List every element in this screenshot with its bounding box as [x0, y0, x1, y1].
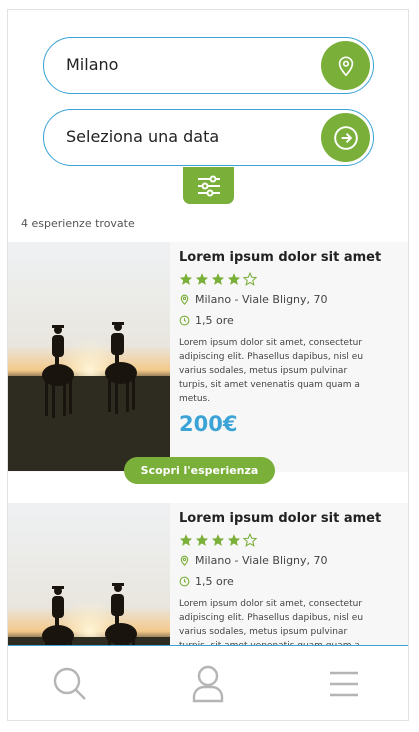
star-filled-icon — [227, 534, 241, 546]
experience-location: Milano - Viale Bligny, 70 — [179, 293, 328, 306]
date-submit-button[interactable] — [321, 113, 370, 162]
star-outline-icon — [243, 272, 257, 286]
results-count: 4 esperienze trovate — [21, 217, 135, 230]
experience-title: Lorem ipsum dolor sit amet — [179, 250, 382, 265]
rating-stars — [179, 272, 257, 286]
experience-photo — [8, 242, 170, 471]
star-filled-icon — [179, 534, 193, 546]
location-field[interactable]: Milano — [43, 37, 374, 94]
star-filled-icon — [179, 273, 193, 285]
experience-card[interactable]: Lorem ipsum dolor sit amet Milano - Vial… — [8, 242, 408, 472]
star-filled-icon — [195, 534, 209, 546]
location-pin-icon — [338, 55, 353, 76]
date-field[interactable]: Seleziona una data — [43, 109, 374, 166]
clock-icon — [179, 576, 190, 587]
experience-price: 200€ — [179, 412, 238, 436]
rating-stars — [179, 533, 257, 547]
star-outline-icon — [243, 533, 257, 547]
tab-profile[interactable] — [188, 664, 228, 704]
clock-icon — [179, 315, 190, 326]
user-icon — [192, 665, 224, 703]
location-text: Milano - Viale Bligny, 70 — [195, 293, 328, 306]
tab-search[interactable] — [50, 664, 90, 704]
arrow-right-circle-icon — [333, 125, 358, 150]
date-input-placeholder[interactable]: Seleziona una data — [66, 110, 219, 164]
tab-menu[interactable] — [324, 664, 364, 704]
experience-location: Milano - Viale Bligny, 70 — [179, 554, 328, 567]
star-filled-icon — [211, 273, 225, 285]
location-pin-icon — [180, 555, 189, 566]
duration-text: 1,5 ore — [195, 575, 234, 588]
experience-title: Lorem ipsum dolor sit amet — [179, 511, 382, 526]
filters-button[interactable] — [183, 167, 234, 204]
star-filled-icon — [211, 534, 225, 546]
search-icon — [53, 667, 86, 700]
star-filled-icon — [195, 273, 209, 285]
location-button[interactable] — [321, 41, 370, 90]
location-input-value[interactable]: Milano — [66, 38, 118, 92]
discover-experience-button[interactable]: Scopri l'esperienza — [124, 457, 275, 484]
star-filled-icon — [227, 273, 241, 285]
experience-duration: 1,5 ore — [179, 575, 234, 588]
sliders-icon — [197, 175, 220, 196]
experience-duration: 1,5 ore — [179, 314, 234, 327]
bottom-tab-bar — [8, 645, 408, 720]
menu-icon — [330, 671, 358, 697]
app-screen: Milano Seleziona una data 4 esperienze t… — [7, 9, 409, 721]
location-text: Milano - Viale Bligny, 70 — [195, 554, 328, 567]
location-pin-icon — [180, 294, 189, 305]
experience-description: Lorem ipsum dolor sit amet, consectetur … — [179, 338, 364, 404]
duration-text: 1,5 ore — [195, 314, 234, 327]
